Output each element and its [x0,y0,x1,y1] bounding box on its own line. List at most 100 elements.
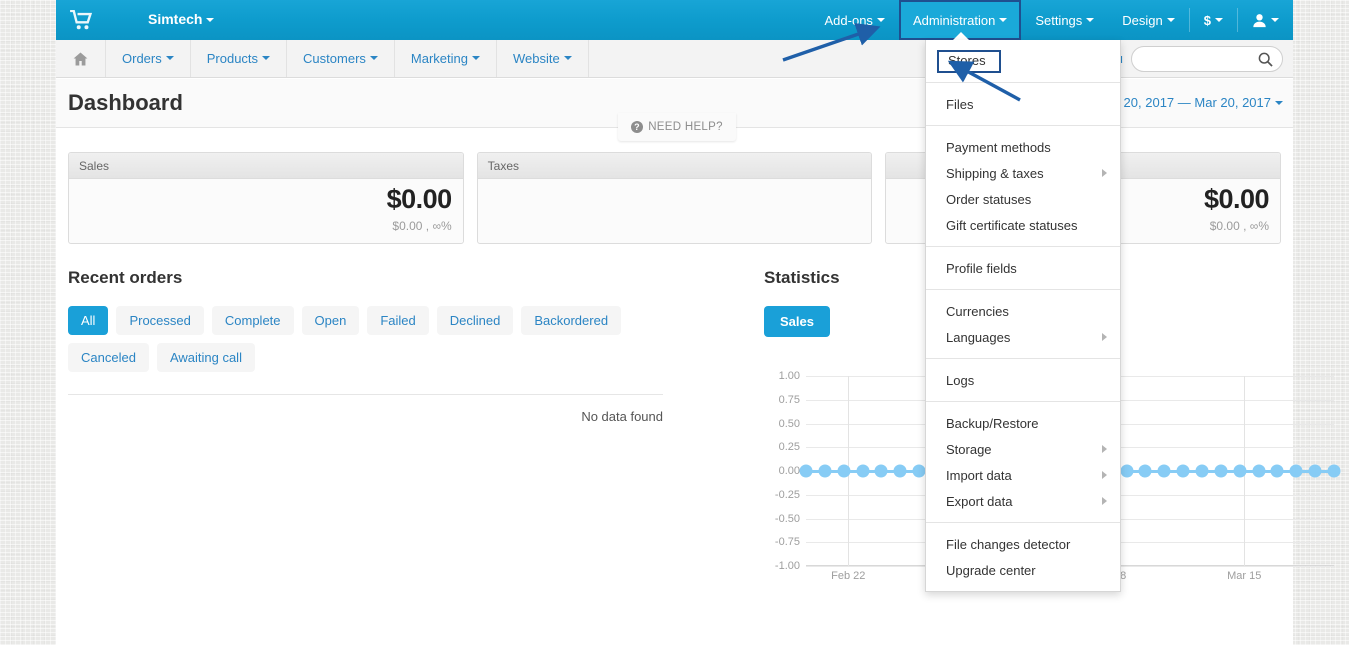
subnav-item-home[interactable] [56,40,106,77]
menu-item-label: File changes detector [946,536,1071,552]
order-filter-complete[interactable]: Complete [211,306,294,335]
search-input[interactable] [1144,46,1254,71]
top-nav-label: Administration [912,12,996,28]
chart-data-point[interactable] [1327,464,1341,478]
order-filter-canceled[interactable]: Canceled [68,343,149,372]
order-filter-all[interactable]: All [68,306,109,335]
subnav-label: Customers [303,51,366,66]
menu-divider [926,358,1120,359]
chevron-down-icon [165,56,174,60]
menu-item-languages[interactable]: Languages [926,324,1120,350]
menu-item-backup-restore[interactable]: Backup/Restore [926,410,1120,436]
chart-data-point[interactable] [837,464,851,478]
subnav-item-orders[interactable]: Orders [106,40,191,77]
chart-y-tick-label: 0.75 [778,393,800,406]
chart-data-point[interactable] [1252,464,1266,478]
subnav-item-products[interactable]: Products [191,40,288,77]
subnav-label: Marketing [410,51,468,66]
chevron-down-icon [1086,17,1095,22]
top-bar: Simtech Add-ons Administration Settings … [56,0,1293,41]
top-nav-item-user[interactable] [1238,0,1293,40]
menu-item-files[interactable]: Files [926,91,1120,117]
top-nav-item-settings[interactable]: Settings [1021,0,1108,40]
menu-item-stores[interactable]: Stores [926,48,1120,74]
statistics-tab-label: Sales [780,314,814,329]
menu-item-label: Stores [937,49,1001,73]
chart-data-point[interactable] [799,464,813,478]
menu-divider [926,289,1120,290]
top-nav-item-currency[interactable]: $ [1190,0,1237,40]
chart-data-point[interactable] [874,464,888,478]
need-help-button[interactable]: ? NEED HELP? [618,113,736,141]
statistics-tab-sales[interactable]: Sales [764,306,830,337]
chart-data-point[interactable] [1120,464,1134,478]
menu-item-profile-fields[interactable]: Profile fields [926,255,1120,281]
menu-item-shipping-taxes[interactable]: Shipping & taxes [926,160,1120,186]
chevron-down-icon [369,56,378,60]
subnav-item-website[interactable]: Website [497,40,589,77]
menu-item-import-data[interactable]: Import data [926,462,1120,488]
date-range-picker[interactable]: Feb 20, 2017 — Mar 20, 2017 [1098,95,1283,110]
currency-icon: $ [1203,12,1211,28]
chart-data-point[interactable] [912,464,926,478]
top-nav-item-addons[interactable]: Add-ons [811,0,899,40]
chart-data-point[interactable] [1270,464,1284,478]
menu-item-label: Import data [946,467,1012,483]
chart-data-point[interactable] [1176,464,1190,478]
search-box[interactable] [1131,45,1283,72]
chart-data-point[interactable] [1308,464,1322,478]
panel-title: Sales [69,153,463,179]
chart-data-point[interactable] [1157,464,1171,478]
need-help-label: NEED HELP? [648,121,723,133]
order-filter-processed[interactable]: Processed [116,306,204,335]
menu-item-order-statuses[interactable]: Order statuses [926,186,1120,212]
chart-data-point[interactable] [1138,464,1152,478]
search-icon[interactable] [1258,52,1273,67]
order-filter-failed[interactable]: Failed [367,306,429,335]
page-title: Dashboard [68,90,183,115]
chart-data-point[interactable] [1195,464,1209,478]
chevron-down-icon [876,17,885,22]
chart-data-point[interactable] [893,464,907,478]
chart-data-point[interactable] [818,464,832,478]
chevron-down-icon [1271,17,1279,22]
menu-item-currencies[interactable]: Currencies [926,298,1120,324]
user-icon [1253,13,1266,27]
chevron-down-icon [1275,101,1283,106]
menu-item-label: Currencies [946,303,1009,319]
top-nav-item-design[interactable]: Design [1108,0,1188,40]
menu-item-storage[interactable]: Storage [926,436,1120,462]
subnav-item-customers[interactable]: Customers [287,40,395,77]
subnav-label: Orders [122,51,162,66]
menu-item-gift-certificate-statuses[interactable]: Gift certificate statuses [926,212,1120,238]
chevron-right-icon [1102,445,1107,453]
menu-item-export-data[interactable]: Export data [926,488,1120,514]
menu-item-logs[interactable]: Logs [926,367,1120,393]
stat-panel-taxes: Taxes [476,152,873,244]
order-filter-declined[interactable]: Declined [436,306,514,335]
chart-data-point[interactable] [1214,464,1228,478]
menu-divider [926,522,1120,523]
cart-icon[interactable] [70,10,92,30]
top-nav-item-administration[interactable]: Administration [898,0,1022,41]
chart-data-point[interactable] [856,464,870,478]
order-filter-awaiting-call[interactable]: Awaiting call [156,343,255,372]
order-filter-open[interactable]: Open [301,306,360,335]
chart-y-tick-label: -0.50 [774,512,800,525]
chevron-down-icon [471,56,480,60]
menu-item-file-changes-detector[interactable]: File changes detector [926,531,1120,557]
order-filter-backordered[interactable]: Backordered [521,306,622,335]
menu-item-label: Shipping & taxes [946,165,1044,181]
brand-label: Simtech [148,11,203,27]
subnav-item-marketing[interactable]: Marketing [395,40,497,77]
menu-item-label: Order statuses [946,191,1032,207]
brand-menu[interactable]: Simtech [148,11,215,27]
menu-item-upgrade-center[interactable]: Upgrade center [926,557,1120,583]
panel-subvalue: $0.00 , ∞% [392,219,452,233]
chart-y-tick-label: 1.00 [778,370,800,382]
menu-item-payment-methods[interactable]: Payment methods [926,134,1120,160]
panel-value: $0.00 [1203,184,1270,214]
menu-item-label: Gift certificate statuses [946,217,1078,233]
chart-data-point[interactable] [1233,464,1247,478]
chart-data-point[interactable] [1289,464,1303,478]
